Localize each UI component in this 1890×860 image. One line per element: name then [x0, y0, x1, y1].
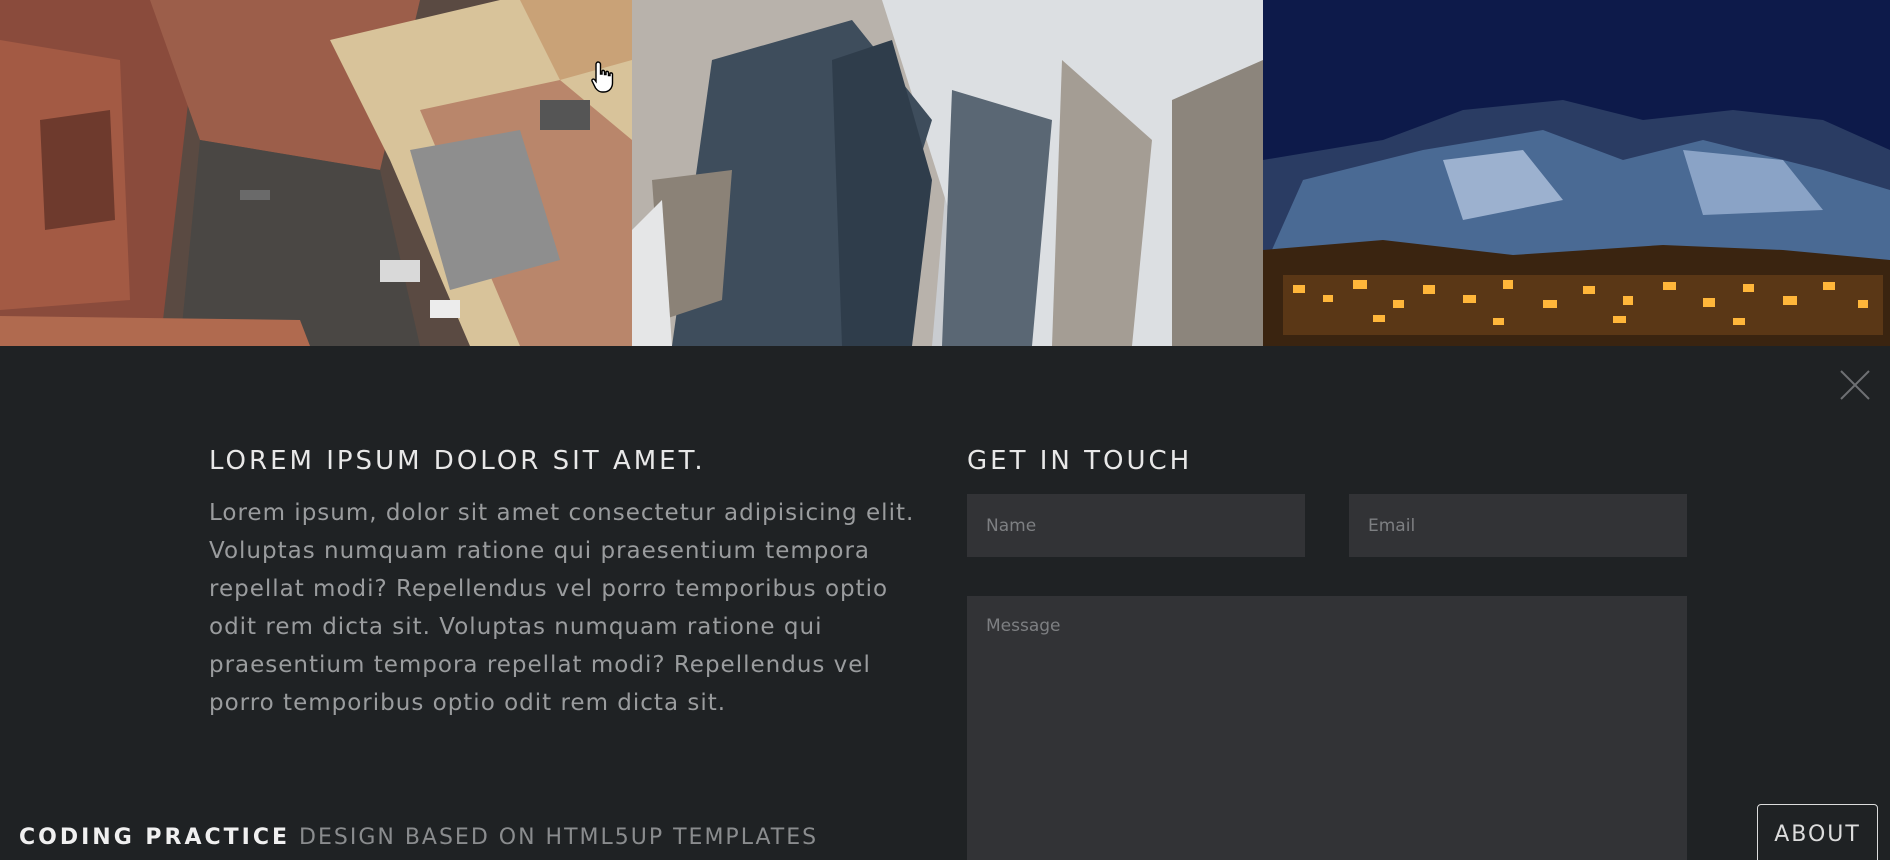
brand-name: CODING PRACTICE: [19, 825, 291, 850]
brand-subtitle: DESIGN BASED ON HTML5UP TEMPLATES: [299, 825, 819, 850]
hand-pointer-icon: [590, 60, 616, 94]
image-gallery: [0, 0, 1890, 346]
fields-row: [967, 494, 1687, 557]
footer-brand: CODING PRACTICE DESIGN BASED ON HTML5UP …: [19, 825, 818, 850]
contact-heading: GET IN TOUCH: [967, 446, 1193, 476]
message-field[interactable]: [967, 596, 1687, 860]
gallery-image-peaks[interactable]: [632, 0, 1263, 346]
about-text: Lorem ipsum, dolor sit amet consectetur …: [209, 500, 915, 716]
name-field[interactable]: [967, 494, 1305, 557]
about-heading: LOREM IPSUM DOLOR SIT AMET.: [209, 446, 706, 476]
about-button[interactable]: ABOUT: [1757, 804, 1878, 860]
contact-panel: LOREM IPSUM DOLOR SIT AMET. Lorem ipsum,…: [0, 346, 1890, 860]
close-icon[interactable]: [1838, 368, 1872, 402]
gallery-image-city[interactable]: [0, 0, 632, 346]
contact-form: GET IN TOUCH: [967, 446, 1687, 860]
about-section: LOREM IPSUM DOLOR SIT AMET. Lorem ipsum,…: [209, 446, 929, 722]
email-field[interactable]: [1349, 494, 1687, 557]
gallery-image-village[interactable]: [1263, 0, 1890, 346]
